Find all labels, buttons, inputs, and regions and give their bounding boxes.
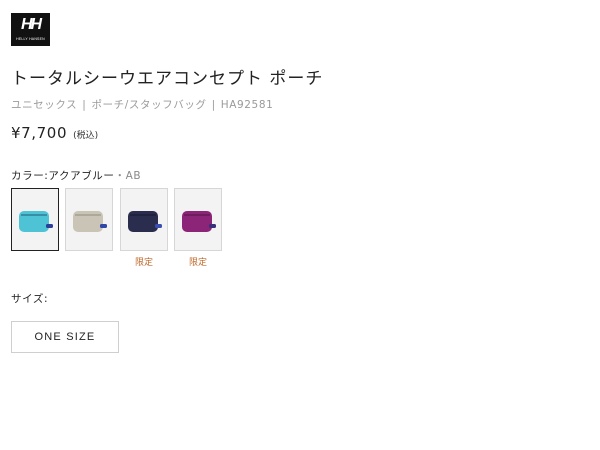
color-swatch-purple[interactable]: [174, 188, 222, 251]
product-title: トータルシーウエアコンセプト ポーチ: [11, 69, 324, 89]
size-option-one-size[interactable]: ONE SIZE: [11, 321, 119, 353]
pouch-image: [182, 211, 216, 232]
pouch-body: [128, 211, 158, 232]
logo-subtext: HELLY HANSEN: [16, 37, 45, 41]
color-selection-label: カラー:アクアブルー・AB: [11, 168, 141, 183]
product-page: HH HELLY HANSEN トータルシーウエアコンセプト ポーチ ユニセック…: [0, 0, 600, 450]
pouch-tab: [46, 224, 53, 228]
pouch-image: [73, 211, 107, 232]
size-label: サイズ:: [11, 293, 49, 305]
product-category-line: ユニセックス | ポーチ/スタッフバッグ | HA92581: [11, 97, 273, 112]
pouch-image: [128, 211, 162, 232]
price-row: ¥7,700 (税込): [11, 123, 98, 142]
category-gender: ユニセックス: [11, 99, 78, 111]
tax-note: (税込): [73, 131, 99, 141]
pouch-tab: [155, 224, 162, 228]
pouch-body: [19, 211, 49, 232]
price: ¥7,700: [11, 124, 68, 142]
limited-tag: 限定: [134, 258, 153, 268]
pouch-body: [182, 211, 212, 232]
brand-logo[interactable]: HH HELLY HANSEN: [11, 13, 50, 46]
pouch-tab: [209, 224, 216, 228]
limited-tag: 限定: [188, 258, 207, 268]
separator: |: [211, 99, 216, 111]
color-swatch-beige[interactable]: [65, 188, 113, 251]
color-label: カラー:アクアブルー: [11, 170, 115, 182]
logo-mark: HH: [20, 16, 42, 33]
color-code: ・AB: [114, 170, 142, 182]
pouch-image: [19, 211, 53, 232]
pouch-body: [73, 211, 103, 232]
category-type: ポーチ/スタッフバッグ: [91, 99, 207, 111]
pouch-tab: [100, 224, 107, 228]
separator: |: [82, 99, 87, 111]
color-swatch-aqua-blue[interactable]: [11, 188, 59, 251]
product-code: HA92581: [220, 99, 274, 111]
color-swatch-navy[interactable]: [120, 188, 168, 251]
